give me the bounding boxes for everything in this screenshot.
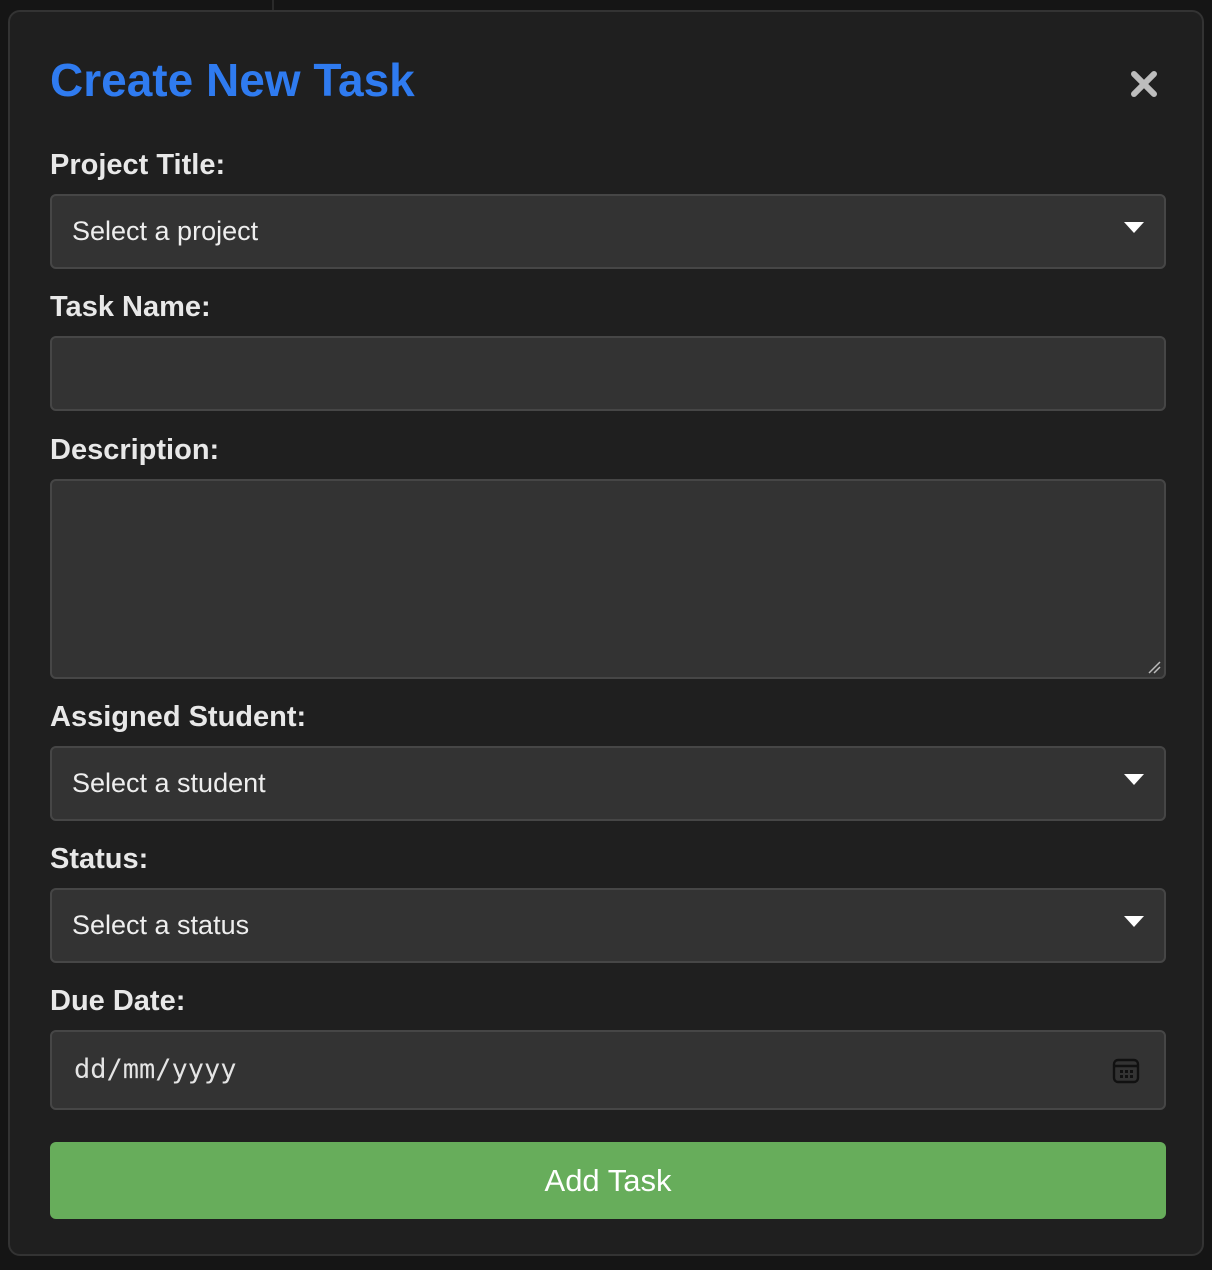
due-date-input[interactable]: dd/mm/yyyy xyxy=(50,1030,1166,1110)
project-title-label: Project Title: xyxy=(50,149,226,181)
chevron-down-icon xyxy=(1124,222,1144,233)
status-select-value: Select a status xyxy=(72,910,250,940)
add-task-button[interactable]: Add Task xyxy=(50,1142,1166,1219)
task-name-label: Task Name: xyxy=(50,291,211,323)
status-label: Status: xyxy=(50,843,149,875)
project-select-value: Select a project xyxy=(72,216,259,246)
status-select[interactable]: Select a status xyxy=(50,888,1166,963)
student-select[interactable]: Select a student xyxy=(50,746,1166,821)
description-label: Description: xyxy=(50,434,220,466)
close-icon xyxy=(1131,71,1157,97)
chevron-down-icon xyxy=(1124,774,1144,785)
modal-title: Create New Task xyxy=(50,54,415,106)
student-select-value: Select a student xyxy=(72,768,266,798)
create-task-modal: Create New Task Project Title: Select a … xyxy=(8,10,1204,1256)
close-button[interactable] xyxy=(1126,66,1162,102)
task-name-input[interactable] xyxy=(50,336,1166,411)
due-date-label: Due Date: xyxy=(50,985,186,1017)
resize-handle-icon[interactable] xyxy=(1147,660,1161,674)
description-textarea[interactable] xyxy=(50,479,1166,679)
project-select[interactable]: Select a project xyxy=(50,194,1166,269)
calendar-icon[interactable] xyxy=(1112,1057,1140,1085)
chevron-down-icon xyxy=(1124,916,1144,927)
due-date-placeholder: dd/mm/yyyy xyxy=(74,1054,237,1085)
assigned-student-label: Assigned Student: xyxy=(50,701,307,733)
